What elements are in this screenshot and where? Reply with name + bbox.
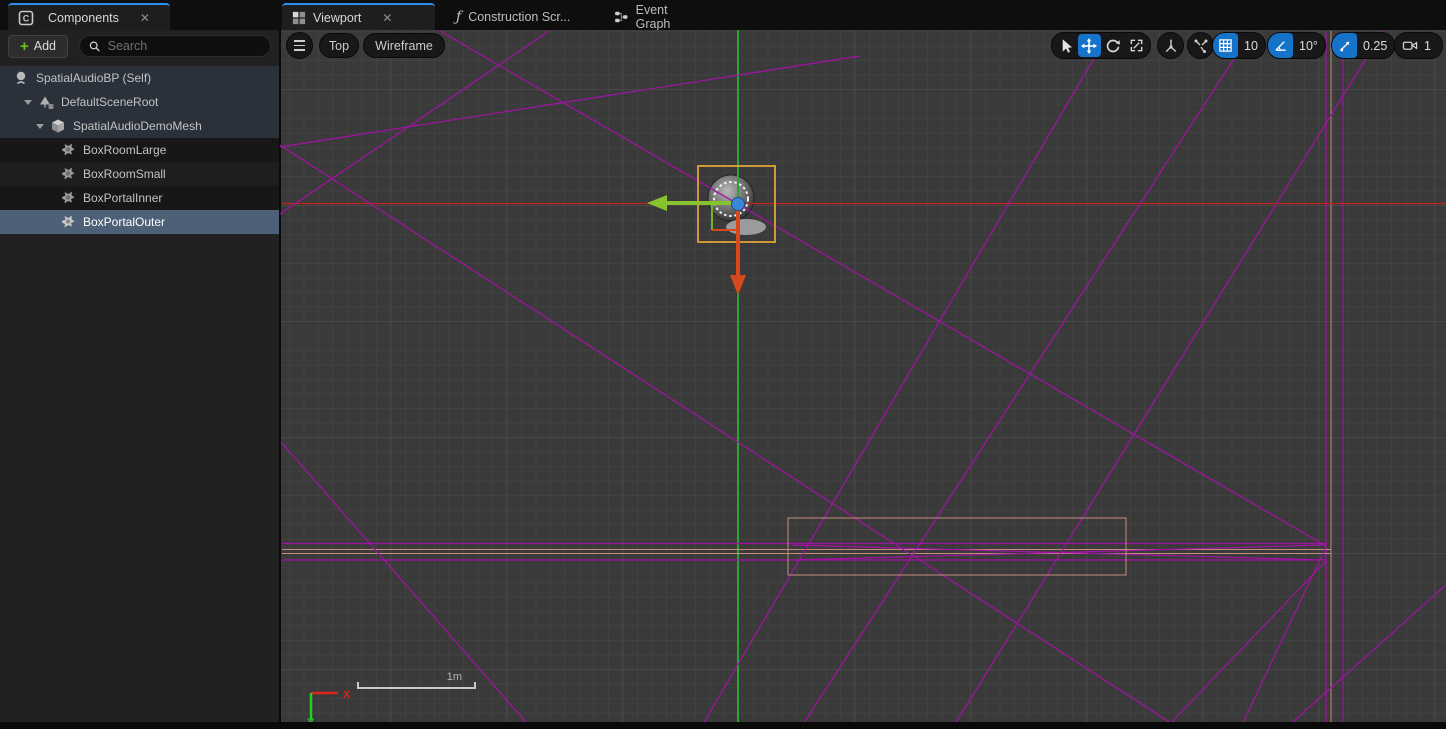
scene-root-icon [38,94,54,110]
camera-speed-button[interactable] [1399,34,1422,57]
event-graph-icon [614,10,629,24]
scale-icon [1129,38,1144,53]
box-component-icon [60,190,76,206]
tree-row-boxroomlarge[interactable]: BoxRoomLarge [0,138,279,162]
actor-self-icon [13,70,29,86]
tree-row-label: BoxPortalOuter [83,215,165,229]
tree-row-label: BoxRoomLarge [83,143,166,157]
tab-components-label: Components [48,11,119,25]
tree-row-spatialaudiodemomesh[interactable]: SpatialAudioDemoMesh [0,114,279,138]
add-button-label: Add [34,39,56,53]
tree-row-label: SpatialAudioDemoMesh [73,119,202,133]
move-icon [1081,38,1097,54]
tree-row-label: DefaultSceneRoot [61,95,158,109]
viewport-toolbar: Top Wireframe [281,30,1446,62]
close-icon[interactable]: ✕ [382,11,392,25]
select-tool-button[interactable] [1054,34,1077,57]
camera-icon [1402,38,1419,53]
components-icon: C [18,10,34,26]
scale-snap-group: 0.25 [1331,32,1395,59]
tab-viewport-label: Viewport [313,11,361,25]
search-input[interactable] [108,39,261,53]
hamburger-icon [294,40,305,51]
component-tree: SpatialAudioBP (Self) DefaultSceneRoot [0,66,279,234]
rotation-snap-value[interactable]: 10° [1294,39,1325,53]
scale-tool-button[interactable] [1125,34,1148,57]
grid-snap-toggle[interactable] [1213,33,1238,58]
top-button-label: Top [329,39,349,53]
scale-snap-icon [1338,39,1352,53]
tree-row-label: BoxRoomSmall [83,167,166,181]
tab-construction-script[interactable]: ƒ Construction Scr... [446,3,591,30]
close-icon[interactable]: ✕ [140,11,150,25]
plus-icon: + [20,39,29,54]
tree-row-boxroomsmall[interactable]: BoxRoomSmall [0,162,279,186]
world-local-gizmo-icon [1163,38,1179,54]
render-mode-wireframe-button[interactable]: Wireframe [363,33,445,58]
tab-event-graph-label: Event Graph [636,3,704,31]
viewport-canvas[interactable] [281,30,1446,729]
grid-snap-group: 10 [1212,32,1266,59]
box-component-icon [60,166,76,182]
add-component-button[interactable]: + Add [8,35,68,58]
tab-construction-label: Construction Scr... [468,10,570,24]
main-tabbar: Viewport ✕ ƒ Construction Scr... Event G… [281,0,1446,30]
box-component-icon [60,142,76,158]
rotation-snap-group: 10° [1267,32,1326,59]
component-search-box[interactable] [79,35,271,57]
static-mesh-icon [50,118,66,134]
transform-tool-group [1051,32,1151,59]
camera-speed-group: 1 [1394,32,1443,59]
rotation-snap-toggle[interactable] [1268,33,1293,58]
tree-row-spatialaudiobp[interactable]: SpatialAudioBP (Self) [0,66,279,90]
box-component-icon [60,214,76,230]
coordinate-space-button[interactable] [1157,32,1184,59]
viewport-icon [292,11,306,25]
function-icon: ƒ [456,9,461,25]
wireframe-button-label: Wireframe [375,39,433,53]
chevron-down-icon[interactable] [24,100,32,105]
tree-row-boxportalinner[interactable]: BoxPortalInner [0,186,279,210]
window-bottom-edge [0,722,1446,729]
blueprint-editor-window: C Components ✕ Viewport ✕ ƒ Construction… [0,0,1446,729]
rotate-icon [1105,38,1121,54]
components-tabbar: C Components ✕ [0,0,281,30]
search-icon [89,40,101,53]
components-panel: + Add SpatialAudioBP (Self) [0,30,281,723]
grid-snap-value[interactable]: 10 [1239,39,1265,53]
tab-viewport[interactable]: Viewport ✕ [282,3,435,30]
cursor-icon [1058,38,1073,53]
camera-speed-value[interactable]: 1 [1423,39,1438,53]
grid-icon [1218,38,1233,53]
view-mode-top-button[interactable]: Top [319,33,359,58]
viewport-options-menu-button[interactable] [286,32,313,59]
scale-snap-value[interactable]: 0.25 [1358,39,1394,53]
components-panel-toolbar: + Add [0,30,279,62]
chevron-down-icon[interactable] [36,124,44,129]
scale-snap-toggle[interactable] [1332,33,1357,58]
snapping-icon [1193,38,1209,54]
tab-event-graph[interactable]: Event Graph [604,3,714,30]
tree-row-boxportalouter[interactable]: BoxPortalOuter [0,210,279,234]
move-tool-button[interactable] [1078,34,1101,57]
svg-text:C: C [23,13,30,23]
tree-row-defaultsceneroot[interactable]: DefaultSceneRoot [0,90,279,114]
rotate-tool-button[interactable] [1102,34,1125,57]
tree-row-label: SpatialAudioBP (Self) [36,71,151,85]
surface-snapping-button[interactable] [1187,32,1214,59]
tree-row-label: BoxPortalInner [83,191,162,205]
tab-components[interactable]: C Components ✕ [8,3,170,30]
angle-icon [1273,38,1288,53]
